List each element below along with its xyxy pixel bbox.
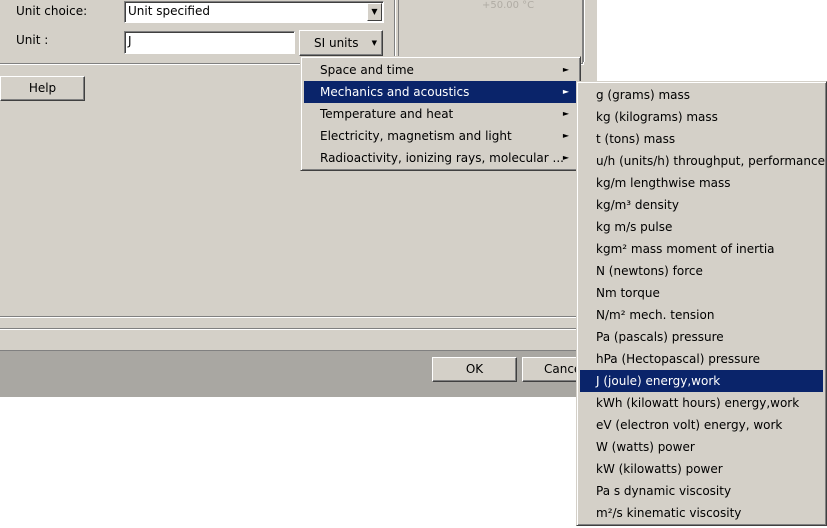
submenu-item[interactable]: u/h (units/h) throughput, performance (580, 150, 825, 172)
submenu-item[interactable]: Nm torque (580, 282, 823, 304)
unit-submenu: g (grams) mass kg (kilograms) mass t (to… (576, 81, 827, 526)
submenu-item-selected[interactable]: J (joule) energy,work (580, 370, 823, 392)
submenu-item[interactable]: g (grams) mass (580, 84, 823, 106)
ok-button[interactable]: OK (432, 357, 517, 382)
submenu-item[interactable]: kW (kilowatts) power (580, 458, 823, 480)
submenu-item[interactable]: hPa (Hectopascal) pressure (580, 348, 823, 370)
chevron-right-icon: ► (562, 153, 569, 162)
menu-item-space-time[interactable]: Space and time ► (304, 59, 577, 81)
submenu-item[interactable]: t (tons) mass (580, 128, 823, 150)
unit-choice-label: Unit choice: (16, 4, 88, 18)
unit-category-menu: Space and time ► Mechanics and acoustics… (300, 56, 581, 171)
menu-item-radioactivity[interactable]: Radioactivity, ionizing rays, molecular … (304, 147, 577, 169)
help-button[interactable]: Help (0, 76, 85, 101)
separator-bottom (0, 328, 597, 330)
menu-item-label: Temperature and heat (320, 107, 454, 121)
submenu-item[interactable]: kg/m lengthwise mass (580, 172, 823, 194)
preview-value: +50.00 °C (482, 0, 535, 11)
chevron-right-icon: ► (562, 87, 569, 96)
unit-choice-select[interactable]: Unit specified ▼ (124, 1, 384, 23)
submenu-item[interactable]: kg/m³ density (580, 194, 823, 216)
chevron-right-icon: ► (562, 109, 569, 118)
submenu-item[interactable]: kg (kilograms) mass (580, 106, 823, 128)
submenu-item[interactable]: Pa (pascals) pressure (580, 326, 823, 348)
submenu-item[interactable]: kgm² mass moment of inertia (580, 238, 823, 260)
submenu-item[interactable]: m²/s kinematic viscosity (580, 502, 823, 524)
unit-label: Unit : (16, 33, 49, 47)
submenu-item[interactable]: Pa s dynamic viscosity (580, 480, 823, 502)
submenu-item[interactable]: N/m² mech. tension (580, 304, 823, 326)
si-units-button[interactable]: SI units ▼ (299, 30, 383, 56)
submenu-item[interactable]: N (newtons) force (580, 260, 823, 282)
unit-choice-value: Unit specified (128, 4, 210, 18)
panel-divider (583, 0, 585, 62)
submenu-item[interactable]: kg m/s pulse (580, 216, 823, 238)
menu-item-label: Mechanics and acoustics (320, 85, 470, 99)
submenu-item[interactable]: kWh (kilowatt hours) energy,work (580, 392, 823, 414)
menu-item-temperature-heat[interactable]: Temperature and heat ► (304, 103, 577, 125)
chevron-down-icon[interactable]: ▼ (367, 3, 382, 21)
chevron-right-icon: ► (562, 65, 569, 74)
menu-item-label: Space and time (320, 63, 414, 77)
menu-item-label: Electricity, magnetism and light (320, 129, 512, 143)
unit-input[interactable]: J (124, 31, 295, 54)
chevron-down-icon: ▼ (371, 39, 377, 47)
chevron-right-icon: ► (562, 131, 569, 140)
menu-item-mechanics-acoustics[interactable]: Mechanics and acoustics ► (304, 81, 577, 103)
submenu-item[interactable]: eV (electron volt) energy, work (580, 414, 823, 436)
menu-item-electricity-magnetism-light[interactable]: Electricity, magnetism and light ► (304, 125, 577, 147)
si-units-label: SI units (314, 36, 359, 50)
menu-item-label: Radioactivity, ionizing rays, molecular … (320, 151, 564, 165)
separator-top (0, 316, 597, 318)
submenu-item[interactable]: W (watts) power (580, 436, 823, 458)
